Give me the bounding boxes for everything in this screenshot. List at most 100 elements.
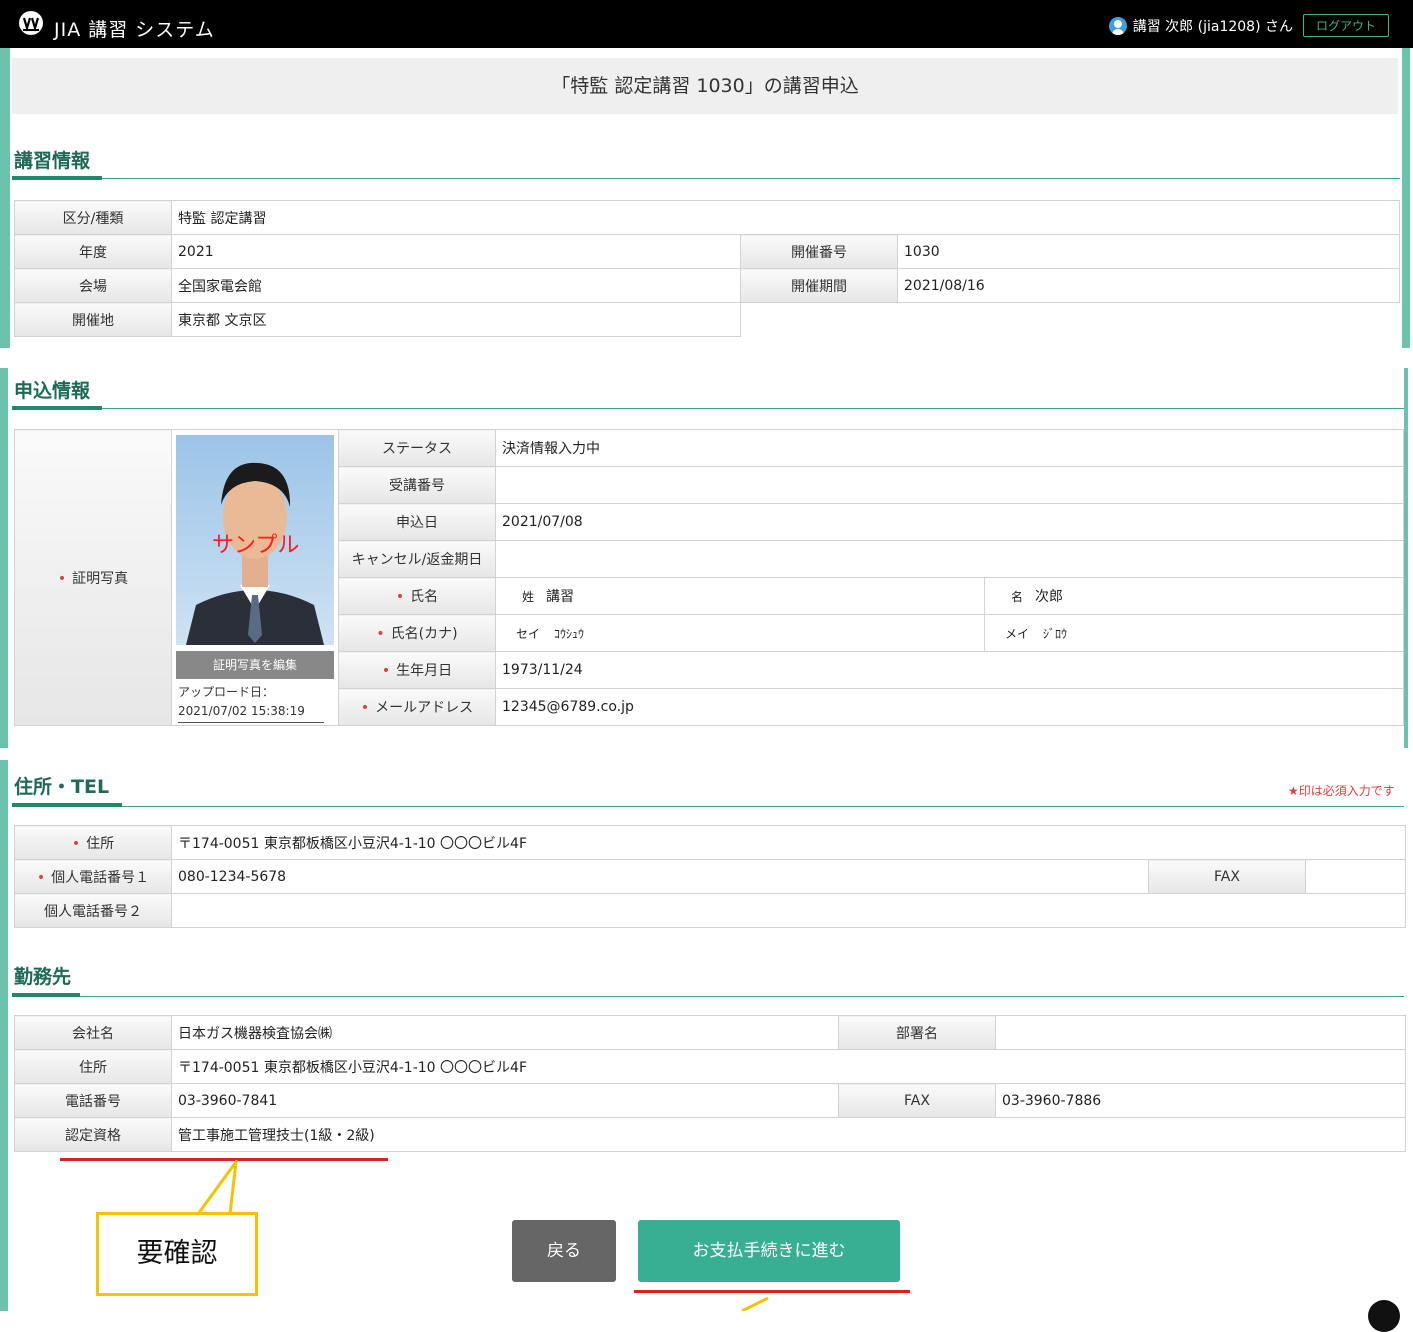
year-value: 2021 bbox=[171, 234, 741, 269]
required-mark: • bbox=[376, 626, 385, 642]
highlight-underline bbox=[634, 1290, 910, 1293]
address-label: 住所 bbox=[86, 835, 115, 852]
section-title-application: 申込情報 bbox=[14, 380, 91, 402]
section-divider bbox=[12, 178, 1400, 179]
phone1-label-cell: • 個人電話番号１ bbox=[14, 859, 172, 894]
first-name-cell: 名次郎 bbox=[984, 577, 1404, 615]
birth-label-cell: • 生年月日 bbox=[338, 651, 496, 689]
left-frame-2 bbox=[0, 368, 8, 748]
name-label: 氏名 bbox=[410, 589, 439, 605]
photo-label: 証明写真 bbox=[72, 570, 129, 587]
fax-label: FAX bbox=[1148, 859, 1306, 894]
work-address-label: 住所 bbox=[14, 1049, 172, 1084]
required-mark: • bbox=[71, 835, 81, 852]
name-label-cell: • 氏名 bbox=[338, 577, 496, 615]
year-label: 年度 bbox=[14, 234, 172, 269]
section-divider bbox=[12, 806, 1404, 807]
venue-value: 全国家電会館 bbox=[171, 268, 741, 303]
back-button[interactable]: 戻る bbox=[512, 1220, 616, 1282]
last-kana-prefix: セイ bbox=[516, 626, 541, 641]
phone1-label: 個人電話番号１ bbox=[51, 869, 150, 886]
required-mark: • bbox=[360, 700, 370, 716]
category-value: 特監 認定講習 bbox=[171, 200, 1400, 235]
callout-tail bbox=[196, 1160, 238, 1215]
venue-label: 会場 bbox=[14, 268, 172, 303]
callout-tail bbox=[741, 1296, 769, 1311]
birth-label: 生年月日 bbox=[396, 663, 453, 679]
photo-label-cell: • 証明写真 bbox=[14, 429, 172, 726]
phone1-value: 080-1234-5678 bbox=[171, 859, 1149, 894]
last-name-cell: 姓講習 bbox=[495, 577, 985, 615]
callout-box: 要確認 bbox=[96, 1212, 258, 1296]
section-title-work: 勤務先 bbox=[14, 966, 72, 988]
address-table: • 住所 〒174-0051 東京都板橋区小豆沢4-1-10 〇〇〇ビル4F • 個… bbox=[14, 825, 1406, 928]
email-value: 12345@6789.co.jp bbox=[495, 688, 1404, 726]
course-table: 区分/種類 特監 認定講習 年度 2021 開催番号 1030 会場 全国家電会… bbox=[14, 200, 1400, 337]
period-label: 開催期間 bbox=[740, 268, 898, 303]
photo-cell: サンプル 証明写真を編集 アップロード日： 2021/07/02 15:38:1… bbox=[171, 429, 339, 726]
session-no-value: 1030 bbox=[897, 234, 1400, 269]
cancel-date-value bbox=[495, 540, 1404, 578]
birth-value: 1973/11/24 bbox=[495, 651, 1404, 689]
first-kana-prefix: メイ bbox=[1005, 626, 1030, 641]
status-label: ステータス bbox=[338, 429, 496, 467]
fax-value bbox=[1305, 859, 1406, 894]
section-accent bbox=[12, 993, 80, 997]
section-title-course: 講習情報 bbox=[14, 150, 91, 172]
user-icon bbox=[1108, 16, 1127, 35]
last-name-value: 講習 bbox=[546, 589, 575, 605]
required-mark: • bbox=[57, 570, 67, 587]
application-table: • 証明写真 サンプル 証明写真を編集 アップロード日： 2021/07/02 1… bbox=[14, 429, 1404, 726]
page-title: 「特監 認定講習 1030」の講習申込 bbox=[12, 58, 1398, 114]
dept-value bbox=[995, 1015, 1406, 1050]
exam-no-value bbox=[495, 466, 1404, 504]
section-title-address: 住所・TEL bbox=[14, 776, 110, 798]
period-value: 2021/08/16 bbox=[897, 268, 1400, 303]
first-name-prefix: 名 bbox=[1011, 590, 1024, 604]
upload-date-value: 2021/07/02 15:38:19 bbox=[178, 704, 324, 723]
location-label: 開催地 bbox=[14, 302, 172, 337]
section-accent bbox=[12, 176, 102, 180]
top-bar: JIA 講習 システム 講習 次郎 (jia1208) さん ログアウト bbox=[0, 0, 1413, 48]
phone2-label: 個人電話番号２ bbox=[14, 893, 172, 928]
section-accent bbox=[12, 406, 102, 410]
user-name: 講習 次郎 (jia1208) さん bbox=[1132, 18, 1293, 35]
address-label-cell: • 住所 bbox=[14, 825, 172, 860]
first-kana-value: ｼﾞﾛｳ bbox=[1043, 626, 1068, 641]
kana-label-cell: • 氏名(カナ) bbox=[338, 614, 496, 652]
last-kana-cell: セイ ｺｳｼｭｳ bbox=[495, 614, 985, 652]
photo-sample-watermark: サンプル bbox=[212, 533, 300, 558]
address-value: 〒174-0051 東京都板橋区小豆沢4-1-10 〇〇〇ビル4F bbox=[171, 825, 1406, 860]
required-note: ★印は必須入力です bbox=[1288, 784, 1395, 798]
kana-label: 氏名(カナ) bbox=[390, 626, 458, 642]
work-phone-label: 電話番号 bbox=[14, 1083, 172, 1118]
section-divider bbox=[12, 408, 1404, 409]
required-mark: • bbox=[395, 589, 405, 605]
scroll-top-icon[interactable] bbox=[1368, 1300, 1400, 1332]
last-name-prefix: 姓 bbox=[522, 590, 535, 604]
app-title: JIA 講習 システム bbox=[54, 19, 215, 41]
cert-value: 管工事施工管理技士(1級・2級) bbox=[171, 1117, 1406, 1152]
upload-date-label: アップロード日： bbox=[178, 685, 275, 699]
section-accent bbox=[12, 803, 122, 807]
first-kana-cell: メイ ｼﾞﾛｳ bbox=[984, 614, 1404, 652]
left-frame-3 bbox=[0, 760, 8, 1311]
logout-button[interactable]: ログアウト bbox=[1302, 14, 1389, 37]
required-mark: • bbox=[36, 869, 46, 886]
right-frame-2 bbox=[1404, 368, 1408, 748]
work-table: 会社名 日本ガス機器検査協会㈱ 部署名 住所 〒174-0051 東京都板橋区小… bbox=[14, 1015, 1406, 1152]
apply-date-label: 申込日 bbox=[338, 503, 496, 541]
id-photo: サンプル bbox=[176, 435, 334, 645]
work-fax-label: FAX bbox=[838, 1083, 996, 1118]
cert-label: 認定資格 bbox=[14, 1117, 172, 1152]
user-area: 講習 次郎 (jia1208) さん ログアウト bbox=[1108, 14, 1389, 37]
right-frame bbox=[1402, 48, 1410, 348]
exam-no-label: 受講番号 bbox=[338, 466, 496, 504]
proceed-payment-button[interactable]: お支払手続きに進む bbox=[638, 1220, 900, 1282]
location-value: 東京都 文京区 bbox=[171, 302, 741, 337]
session-no-label: 開催番号 bbox=[740, 234, 898, 269]
work-address-value: 〒174-0051 東京都板橋区小豆沢4-1-10 〇〇〇ビル4F bbox=[171, 1049, 1406, 1084]
edit-photo-button[interactable]: 証明写真を編集 bbox=[176, 651, 334, 679]
cancel-date-label: キャンセル/返金期日 bbox=[338, 540, 496, 578]
left-frame bbox=[0, 48, 10, 348]
